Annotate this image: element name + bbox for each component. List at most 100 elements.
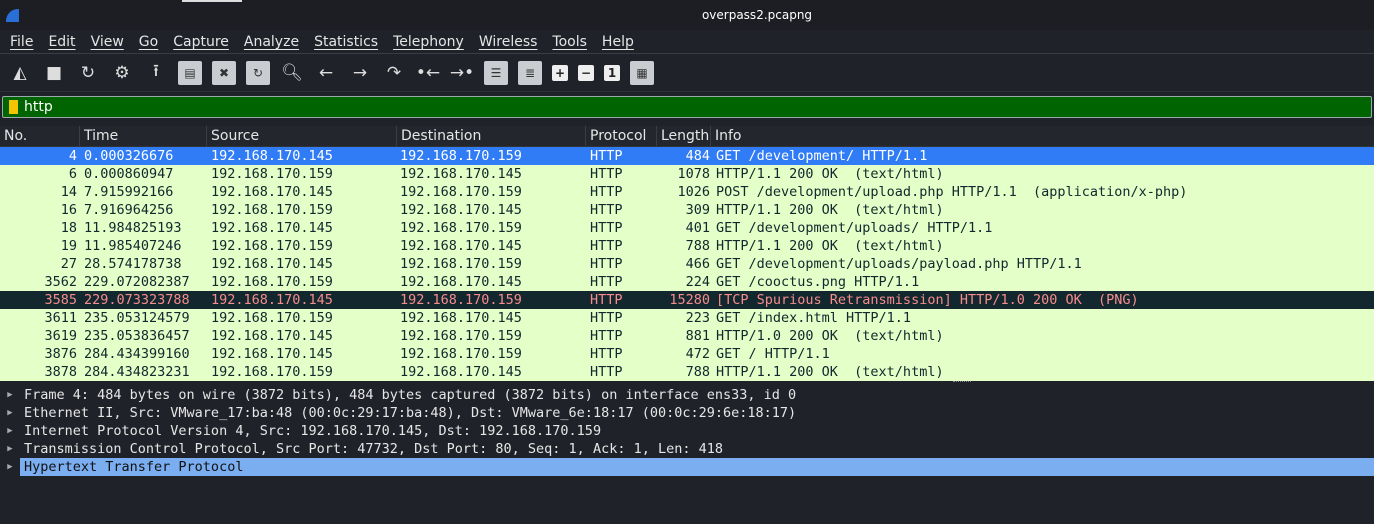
stop-capture-icon[interactable]: ■ <box>42 61 66 85</box>
detail-tree-item[interactable]: ▶ Ethernet II, Src: VMware_17:ba:48 (00:0… <box>0 404 1374 422</box>
resize-columns-icon[interactable]: ▦ <box>630 60 654 85</box>
display-filter-input[interactable] <box>24 99 1324 115</box>
packet-number: 19 <box>60 238 77 254</box>
packet-source: 192.168.170.145 <box>211 148 333 164</box>
go-to-packet-icon[interactable]: ↷ <box>382 61 406 85</box>
packet-time: 235.053836457 <box>84 328 190 344</box>
packet-length: 15280 <box>669 292 710 308</box>
column-header-destination[interactable]: Destination <box>397 126 586 146</box>
packet-info: GET /development/ HTTP/1.1 <box>716 148 928 164</box>
close-file-icon[interactable]: ✖ <box>212 60 236 85</box>
packet-number: 3876 <box>44 346 77 362</box>
packet-row[interactable]: 14 7.915992166 192.168.170.145 192.168.170.… <box>0 183 1374 201</box>
menu-analyze[interactable]: Analyze <box>244 34 299 50</box>
packet-destination: 192.168.170.145 <box>400 238 522 254</box>
packet-source: 192.168.170.145 <box>211 346 333 362</box>
packet-protocol: HTTP <box>590 238 623 254</box>
packet-number: 3562 <box>44 274 77 290</box>
find-packet-icon[interactable]: 🔍︎ <box>280 61 304 85</box>
packet-row[interactable]: 3876 284.434399160 192.168.170.145 192.168.… <box>0 345 1374 363</box>
column-header-info[interactable]: Info <box>711 126 1374 146</box>
packet-info: HTTP/1.0 200 OK (text/html) <box>716 328 944 344</box>
packet-length: 224 <box>685 274 710 290</box>
packet-protocol: HTTP <box>590 202 623 218</box>
packet-row[interactable]: 6 0.000860947 192.168.170.159 192.168.170.1… <box>0 165 1374 183</box>
column-header-protocol[interactable]: Protocol <box>586 126 657 146</box>
column-header-length[interactable]: Length <box>657 126 711 146</box>
menu-telephony[interactable]: Telephony <box>393 34 464 50</box>
packet-source: 192.168.170.145 <box>211 256 333 272</box>
expand-arrow-icon[interactable]: ▶ <box>0 422 20 440</box>
packet-row[interactable]: 3585 229.073323788 192.168.170.145 192.168.… <box>0 291 1374 309</box>
normal-size-icon[interactable]: 1 <box>604 64 620 81</box>
detail-tree-item[interactable]: ▶ Internet Protocol Version 4, Src: 192.1… <box>0 422 1374 440</box>
menu-statistics[interactable]: Statistics <box>314 34 378 50</box>
packet-destination: 192.168.170.145 <box>400 364 522 380</box>
packet-row[interactable]: 19 11.985407246 192.168.170.159 192.168.170… <box>0 237 1374 255</box>
autoscroll-icon[interactable]: ☰ <box>484 60 508 85</box>
detail-tree-item[interactable]: ▶ Hypertext Transfer Protocol <box>0 458 1374 476</box>
packet-length: 484 <box>685 148 710 164</box>
first-packet-icon[interactable]: •← <box>416 61 440 85</box>
save-file-icon[interactable]: ▤ <box>178 60 202 85</box>
packet-row[interactable]: 27 28.574178738 192.168.170.145 192.168.170… <box>0 255 1374 273</box>
packet-number: 18 <box>60 220 77 236</box>
packet-number: 3619 <box>44 328 77 344</box>
start-capture-icon[interactable]: ◭ <box>8 61 32 85</box>
expand-arrow-icon[interactable]: ▶ <box>0 440 20 458</box>
detail-tree-item[interactable]: ▶ Transmission Control Protocol, Src Port… <box>0 440 1374 458</box>
packet-destination: 192.168.170.159 <box>400 220 522 236</box>
expand-arrow-icon[interactable]: ▶ <box>0 458 20 476</box>
detail-tree-item[interactable]: ▶ Frame 4: 484 bytes on wire (3872 bits),… <box>0 386 1374 404</box>
bookmark-icon[interactable] <box>9 100 18 114</box>
menu-capture[interactable]: Capture <box>173 34 229 50</box>
packet-length: 881 <box>685 328 710 344</box>
packet-info: HTTP/1.1 200 OK (text/html) <box>716 202 944 218</box>
menu-tools[interactable]: Tools <box>552 34 587 50</box>
column-header-no[interactable]: No. <box>0 126 80 146</box>
packet-time: 7.916964256 <box>84 202 174 218</box>
packet-row[interactable]: 16 7.916964256 192.168.170.159 192.168.170.… <box>0 201 1374 219</box>
packet-row[interactable]: 3611 235.053124579 192.168.170.159 192.168.… <box>0 309 1374 327</box>
expand-arrow-icon[interactable]: ▶ <box>0 386 20 404</box>
packet-time: 235.053124579 <box>84 310 190 326</box>
packet-row[interactable]: 3562 229.072082387 192.168.170.159 192.168.… <box>0 273 1374 291</box>
packet-destination: 192.168.170.159 <box>400 328 522 344</box>
menu-wireless[interactable]: Wireless <box>479 34 538 50</box>
main-toolbar: ◭ ■ ↻ ⚙ ⭱ ▤ ✖ ↻ 🔍︎ ← → ↷ •← →• ☰ ≣ + − 1… <box>0 54 1374 92</box>
packet-row[interactable]: 3878 284.434823231 192.168.170.159 192.168.… <box>0 363 1374 381</box>
last-packet-icon[interactable]: →• <box>450 61 474 85</box>
packet-number: 3611 <box>44 310 77 326</box>
go-back-icon[interactable]: ← <box>314 61 338 85</box>
packet-row[interactable]: 18 11.984825193 192.168.170.145 192.168.170… <box>0 219 1374 237</box>
restart-capture-icon[interactable]: ↻ <box>76 61 100 85</box>
colorize-icon[interactable]: ≣ <box>518 60 542 85</box>
packet-time: 0.000860947 <box>84 166 174 182</box>
open-file-icon[interactable]: ⭱ <box>144 61 168 85</box>
menu-go[interactable]: Go <box>139 34 158 50</box>
packet-length: 466 <box>685 256 710 272</box>
packet-length: 788 <box>685 364 710 380</box>
column-header-time[interactable]: Time <box>80 126 207 146</box>
packet-number: 3878 <box>44 364 77 380</box>
packet-destination: 192.168.170.159 <box>400 256 522 272</box>
expand-arrow-icon[interactable]: ▶ <box>0 404 20 422</box>
menu-edit[interactable]: Edit <box>48 34 75 50</box>
capture-options-icon[interactable]: ⚙ <box>110 61 134 85</box>
menu-help[interactable]: Help <box>602 34 634 50</box>
zoom-in-icon[interactable]: + <box>552 64 568 81</box>
menu-file[interactable]: File <box>10 34 33 50</box>
packet-destination: 192.168.170.159 <box>400 292 522 308</box>
packet-protocol: HTTP <box>590 220 623 236</box>
go-forward-icon[interactable]: → <box>348 61 372 85</box>
zoom-out-icon[interactable]: − <box>578 64 594 81</box>
reload-file-icon[interactable]: ↻ <box>246 60 270 85</box>
packet-row[interactable]: 3619 235.053836457 192.168.170.145 192.168.… <box>0 327 1374 345</box>
pane-splitter[interactable] <box>953 381 971 384</box>
packet-protocol: HTTP <box>590 148 623 164</box>
packet-row[interactable]: 4 0.000326676 192.168.170.145 192.168.170.1… <box>0 147 1374 165</box>
menu-view[interactable]: View <box>91 34 124 50</box>
packet-destination: 192.168.170.159 <box>400 346 522 362</box>
packet-protocol: HTTP <box>590 166 623 182</box>
column-header-source[interactable]: Source <box>207 126 397 146</box>
